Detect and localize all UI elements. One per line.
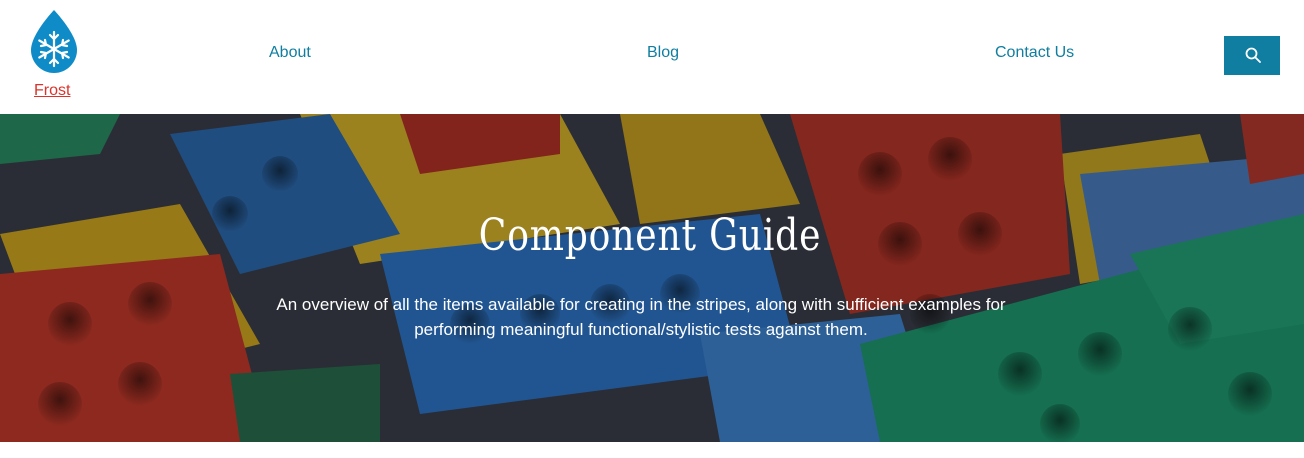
snowflake-drop-icon (31, 10, 77, 73)
nav-link-blog[interactable]: Blog (647, 44, 679, 62)
nav-link-contact-us[interactable]: Contact Us (995, 44, 1074, 62)
page-title: Component Guide (478, 210, 822, 261)
hero-banner: Component Guide An overview of all the i… (0, 114, 1304, 442)
search-icon (1245, 47, 1261, 63)
site-header: Frost About Blog Contact Us (0, 0, 1304, 114)
page-subtitle: An overview of all the items available f… (276, 295, 1006, 339)
hero-background-image (0, 114, 1304, 442)
site-logo[interactable]: Frost (27, 6, 81, 106)
site-name[interactable]: Frost (34, 82, 70, 100)
search-button[interactable] (1224, 36, 1280, 75)
content-area (0, 442, 1304, 458)
nav-link-about[interactable]: About (269, 44, 311, 62)
